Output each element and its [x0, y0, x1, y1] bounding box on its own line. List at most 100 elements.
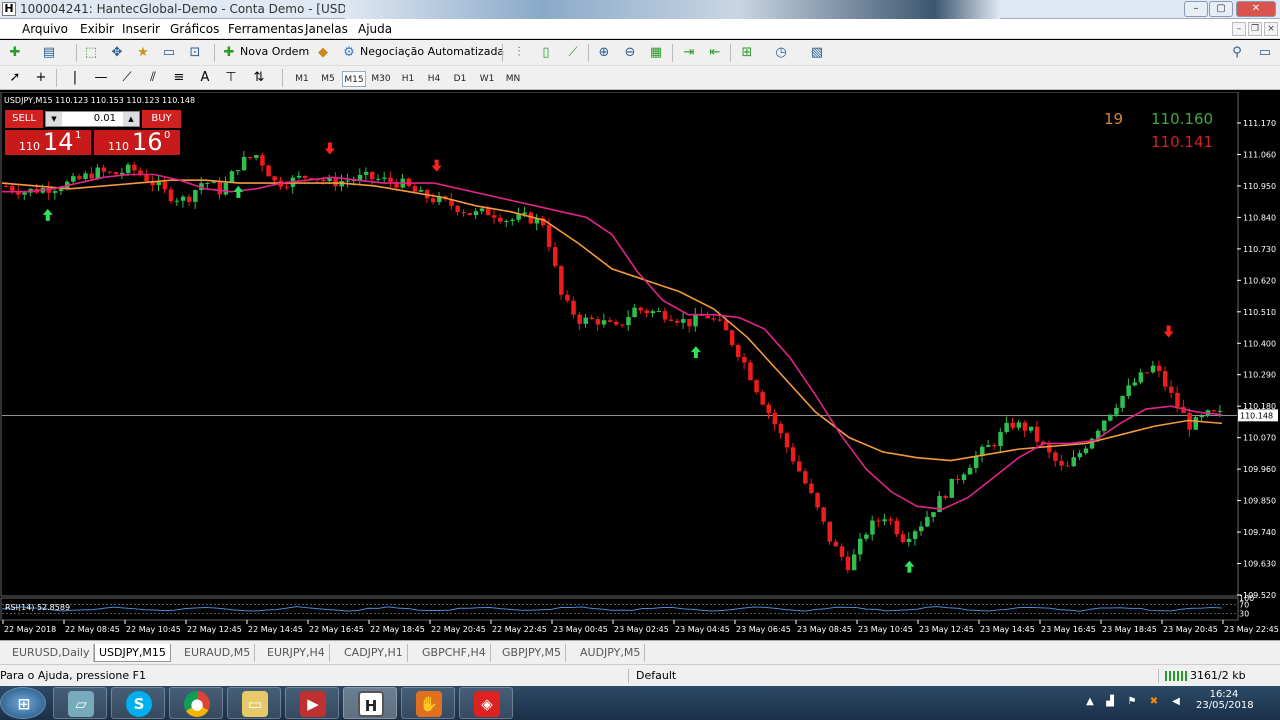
taskbar-item[interactable]: H — [343, 687, 397, 719]
maximize-button[interactable]: ▢ — [1209, 1, 1233, 17]
lot-size-stepper[interactable]: ▼ 0.01 ▲ — [45, 111, 140, 127]
channel-icon[interactable]: ⫽ — [144, 69, 162, 87]
metaeditor-icon[interactable]: ◆ — [314, 44, 332, 62]
lot-size-value[interactable]: 0.01 — [66, 112, 116, 126]
tray-expand-icon[interactable]: ▲ — [1084, 696, 1096, 708]
sell-button[interactable]: SELL — [5, 110, 43, 128]
tab-gbpchf-h4[interactable]: GBPCHF,H4 — [418, 644, 491, 662]
periods-icon[interactable]: ◷ — [772, 44, 790, 62]
menu-tools[interactable]: Ferramentas — [228, 22, 304, 36]
auto-trading-button[interactable]: Negociação Automatizada — [360, 45, 504, 58]
tab-cadjpy-h1[interactable]: CADJPY,H1 — [340, 644, 408, 662]
taskbar-item[interactable]: ✋ — [401, 687, 455, 719]
auto-trading-icon[interactable]: ⚙ — [340, 44, 358, 62]
timeframe-h4[interactable]: H4 — [422, 71, 446, 87]
auto-scroll-icon[interactable]: ⇥ — [680, 44, 698, 62]
fibonacci-icon[interactable]: ≡ — [170, 69, 188, 87]
timeframe-mn[interactable]: MN — [501, 71, 525, 87]
y-tick-label: 111.170 — [1243, 119, 1276, 128]
y-tick-label: 111.060 — [1243, 150, 1276, 159]
mdi-restore-button[interactable]: ❐ — [1248, 22, 1262, 36]
chart-shift-icon[interactable]: ⇤ — [706, 44, 724, 62]
candle-body — [784, 433, 790, 448]
flag-icon[interactable]: ⚑ — [1126, 696, 1138, 708]
taskbar-item[interactable]: ▭ — [227, 687, 281, 719]
menu-file[interactable]: Arquivo — [22, 22, 68, 36]
templates-icon[interactable]: ▧ — [808, 44, 826, 62]
candlestick-chart-icon[interactable]: ▯ — [537, 44, 555, 62]
chart-symbol-label: USDJPY,M15 110.123 110.153 110.123 110.1… — [4, 96, 196, 105]
profiles-icon[interactable]: ▤ — [40, 44, 58, 62]
tab-eurusd-daily[interactable]: EURUSD,Daily — [8, 644, 95, 662]
timeframe-w1[interactable]: W1 — [475, 71, 499, 87]
arrows-icon[interactable]: ⇅ — [250, 69, 268, 87]
search-icon[interactable]: ⚲ — [1228, 44, 1246, 62]
timeframe-h1[interactable]: H1 — [396, 71, 420, 87]
tab-eurjpy-h4[interactable]: EURJPY,H4 — [263, 644, 330, 662]
buy-button[interactable]: BUY — [142, 110, 181, 128]
horizontal-line-icon[interactable]: — — [92, 69, 110, 87]
sell-price-box[interactable]: 110 14 1 — [5, 128, 91, 156]
close-button[interactable]: ✕ — [1236, 1, 1276, 17]
trendline-icon[interactable]: ⟋ — [118, 69, 136, 87]
candle-body — [949, 478, 954, 498]
network-icon[interactable]: ▟ — [1104, 696, 1116, 708]
video-editor-icon: ▶ — [300, 691, 326, 717]
navigator-icon[interactable]: ★ — [134, 44, 152, 62]
bar-chart-icon[interactable]: ⫶ — [510, 44, 528, 62]
buy-price-box[interactable]: 110 16 0 — [94, 128, 180, 156]
timeframe-m1[interactable]: M1 — [290, 71, 314, 87]
tab-usdjpy-m15[interactable]: USDJPY,M15 — [94, 644, 171, 662]
mdi-minimize-button[interactable]: – — [1232, 22, 1246, 36]
tab-euraud-m5[interactable]: EURAUD,M5 — [180, 644, 256, 662]
lot-decrease-icon[interactable]: ▼ — [46, 112, 62, 126]
menu-help[interactable]: Ajuda — [358, 22, 392, 36]
new-order-button[interactable]: Nova Ordem — [240, 45, 309, 58]
line-chart-icon[interactable]: ⟋ — [564, 44, 582, 62]
timeframe-m5[interactable]: M5 — [316, 71, 340, 87]
taskbar-clock[interactable]: 16:24 23/05/2018 — [1196, 689, 1254, 711]
start-button[interactable]: ⊞ — [0, 687, 46, 719]
metatrader-window: H 100004241: HantecGlobal-Demo - Conta D… — [0, 0, 1280, 720]
menu-insert[interactable]: Inserir — [122, 22, 160, 36]
cursor-icon[interactable]: ➚ — [6, 69, 24, 87]
app-tray-icon[interactable]: ✖ — [1148, 696, 1160, 708]
crosshair-icon[interactable]: + — [32, 69, 50, 87]
taskbar-item[interactable]: ▱ — [53, 687, 107, 719]
taskbar-item[interactable]: ◈ — [459, 687, 513, 719]
x-tick-label: 23 May 16:45 — [1041, 625, 1096, 634]
chat-icon[interactable]: ▭ — [1256, 44, 1274, 62]
market-watch-icon[interactable]: ⬚ — [82, 44, 100, 62]
tab-audjpy-m5[interactable]: AUDJPY,M5 — [576, 644, 646, 662]
menu-charts[interactable]: Gráficos — [170, 22, 219, 36]
candle-body — [723, 320, 729, 331]
timeframe-m30[interactable]: M30 — [369, 71, 393, 87]
new-chart-icon[interactable]: ✚ — [6, 44, 24, 62]
terminal-icon[interactable]: ▭ — [160, 44, 178, 62]
chart-window[interactable]: 111.170 111.060 110.950 110.840 110.730 110.6… — [0, 92, 1280, 640]
data-window-icon[interactable]: ✥ — [108, 44, 126, 62]
zoom-in-icon[interactable]: ⊕ — [595, 44, 613, 62]
taskbar-item[interactable]: ▶ — [285, 687, 339, 719]
timeframe-m15[interactable]: M15 — [342, 71, 366, 87]
volume-icon[interactable]: ◀ — [1170, 696, 1182, 708]
new-order-icon[interactable]: ✚ — [220, 44, 238, 62]
price-chart[interactable]: 111.170 111.060 110.950 110.840 110.730 110.6… — [0, 92, 1280, 640]
zoom-out-icon[interactable]: ⊖ — [621, 44, 639, 62]
indicators-icon[interactable]: ⊞ — [738, 44, 756, 62]
minimize-button[interactable]: – — [1184, 1, 1208, 17]
strategy-tester-icon[interactable]: ⊡ — [186, 44, 204, 62]
y-tick-label: 110.840 — [1243, 213, 1276, 222]
text-icon[interactable]: A — [196, 69, 214, 87]
vertical-line-icon[interactable]: | — [66, 69, 84, 87]
lot-increase-icon[interactable]: ▲ — [123, 112, 139, 126]
mdi-close-button[interactable]: × — [1264, 22, 1278, 36]
tab-gbpjpy-m5[interactable]: GBPJPY,M5 — [498, 644, 567, 662]
timeframe-d1[interactable]: D1 — [448, 71, 472, 87]
taskbar-item[interactable]: S — [111, 687, 165, 719]
text-label-icon[interactable]: ⊤ — [222, 69, 240, 87]
menu-view[interactable]: Exibir — [80, 22, 114, 36]
taskbar-item[interactable]: ● — [169, 687, 223, 719]
tile-windows-icon[interactable]: ▦ — [647, 44, 665, 62]
menu-window[interactable]: Janelas — [305, 22, 348, 36]
